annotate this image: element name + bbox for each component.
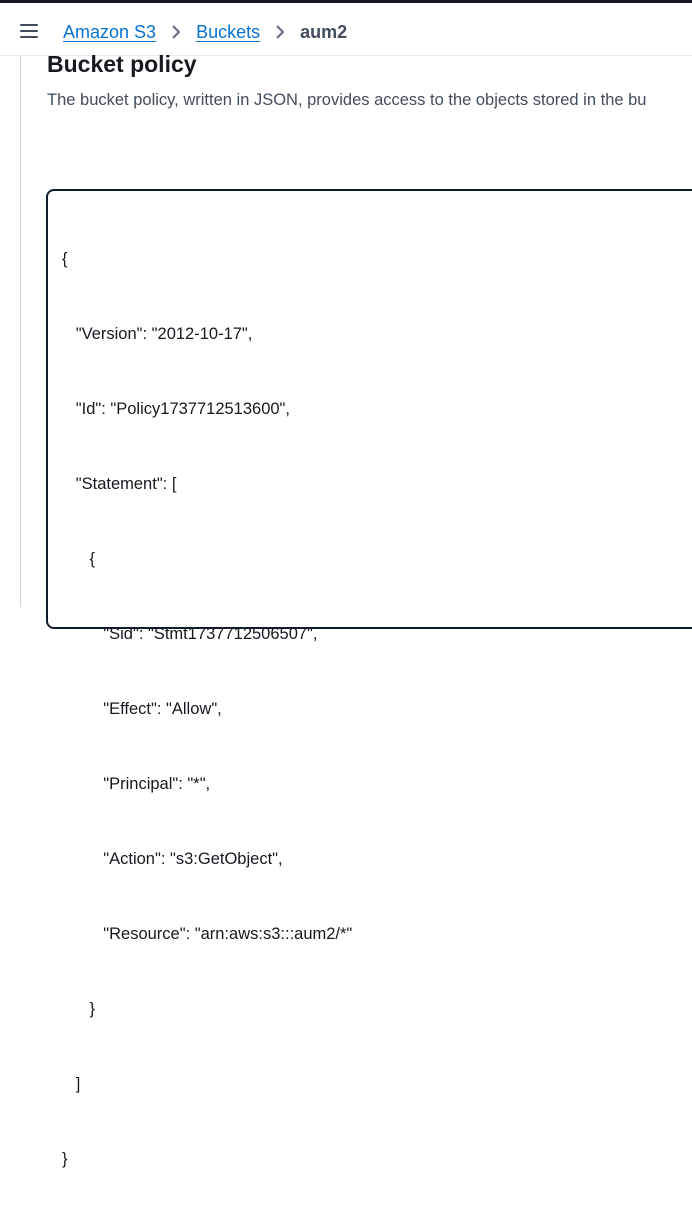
code-line: "Version": "2012-10-17", [62,325,253,343]
top-navigation-bar: Amazon S3 Buckets aum2 [0,0,692,56]
code-line: "Effect": "Allow", [62,700,222,718]
section-title: Bucket policy [47,51,197,77]
code-line: "Sid": "Stmt1737712506507", [62,625,318,643]
chevron-right-icon [260,20,300,44]
code-line: ] [62,1075,81,1093]
policy-code: { "Version": "2012-10-17", "Id": "Policy… [62,197,352,1214]
code-line: "Id": "Policy1737712513600", [62,400,291,418]
breadcrumb-current: aum2 [300,21,348,42]
code-line: "Resource": "arn:aws:s3:::aum2/*" [62,925,353,943]
code-line: } [62,1000,96,1018]
breadcrumb-link-amazon-s3[interactable]: Amazon S3 [63,22,156,43]
breadcrumb-link-buckets[interactable]: Buckets [196,22,260,43]
code-line: { [62,550,96,568]
code-line: } [62,1150,68,1168]
chevron-right-icon [156,20,196,44]
code-line: "Statement": [ [62,475,177,493]
policy-editor[interactable]: { "Version": "2012-10-17", "Id": "Policy… [46,189,692,1168]
layout-divider [20,56,21,607]
code-line: "Action": "s3:GetObject", [62,850,283,868]
hamburger-menu-icon[interactable] [20,23,38,39]
code-line: { [62,250,68,268]
section-description: The bucket policy, written in JSON, prov… [47,91,647,109]
code-line: "Principal": "*", [62,775,211,793]
breadcrumb: Amazon S3 Buckets aum2 [63,20,347,44]
